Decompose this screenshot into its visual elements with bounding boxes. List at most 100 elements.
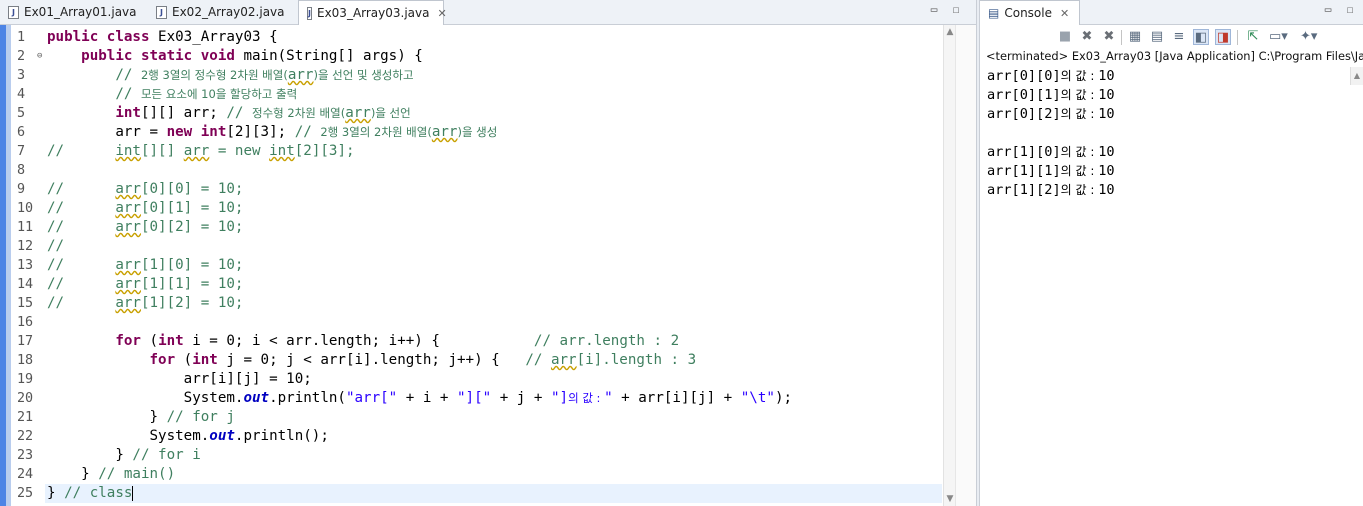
close-icon[interactable]: ✕ — [437, 7, 446, 20]
console-output[interactable]: arr[0][0]의 값 : 10 arr[0][1]의 값 : 10 arr[0]… — [987, 67, 1357, 200]
code-token: } — [47, 466, 99, 482]
display-selected-console-icon[interactable]: ▭▾ — [1269, 29, 1288, 45]
code-token: arr — [183, 143, 210, 159]
line-number: 6 — [17, 125, 26, 140]
code-token: 2행 3열의 2차원 배열( — [320, 125, 432, 139]
tab-label: Ex03_Array03.java — [316, 6, 430, 20]
code-token: } — [47, 409, 167, 425]
code-token: [0][2] = 10; — [140, 219, 244, 235]
code-line[interactable]: } // for i — [47, 446, 942, 465]
scroll-up-icon[interactable]: ▲ — [1350, 67, 1363, 85]
code-line[interactable]: for (int j = 0; j < arr[i].length; j++) … — [47, 351, 942, 370]
code-line[interactable]: System.out.println("arr[" + i + "][" + j… — [47, 389, 942, 408]
code-token: + arr[i][j] + — [612, 390, 741, 406]
code-line[interactable]: arr = new int[2][3]; // 2행 3열의 2차원 배열(ar… — [47, 123, 942, 142]
code-line[interactable] — [47, 313, 942, 332]
console-icon: ▤ — [988, 6, 1000, 20]
tab-label: Ex02_Array02.java — [172, 5, 285, 19]
code-token: for — [149, 352, 176, 368]
code-line[interactable]: // arr[0][0] = 10; — [47, 180, 942, 199]
word-wrap-icon[interactable]: ≡ — [1171, 29, 1187, 45]
open-console-icon[interactable]: ✦▾ — [1300, 29, 1317, 45]
maximize-icon[interactable]: ☐ — [1344, 4, 1356, 16]
remove-all-terminated-icon[interactable]: ✖ — [1101, 29, 1117, 45]
pin-console-icon[interactable]: ⇱ — [1245, 29, 1261, 45]
code-token: .println( — [269, 390, 346, 406]
tab-ex03-array03[interactable]: J Ex03_Array03.java ✕ — [298, 0, 447, 25]
tab-ex02-array02[interactable]: J Ex02_Array02.java — [148, 0, 298, 24]
show-on-stdout-icon[interactable]: ◧ — [1193, 29, 1209, 45]
code-line[interactable]: // 모든 요소에 10을 할당하고 출력 — [47, 85, 942, 104]
line-number: 22 — [17, 429, 34, 444]
code-line[interactable]: // — [47, 237, 942, 256]
line-number-ruler: 1 2 ⊖ 3 4 5 6 7 8 9 10 11 12 13 14 15 16 17 18 19 20 21 22 23 24… — [11, 28, 42, 503]
code-line[interactable] — [47, 161, 942, 180]
code-token: )을 생성 — [457, 125, 498, 139]
code-token: // — [47, 276, 116, 292]
minimize-icon[interactable]: ▭ — [1322, 4, 1334, 16]
code-token: // — [226, 105, 253, 121]
code-token: // arr.length : 2 — [533, 333, 680, 349]
code-token: // — [47, 67, 141, 83]
code-token: )을 선언 — [370, 106, 411, 120]
close-icon[interactable]: ✕ — [1060, 7, 1069, 20]
code-token: [0][0] = 10; — [140, 181, 244, 197]
console-output-line: arr[0][2]의 값 : 10 — [987, 106, 1115, 122]
code-token: int — [192, 352, 218, 368]
code-token: // — [47, 257, 116, 273]
code-token: arr — [115, 181, 141, 197]
minimize-icon[interactable]: ▭ — [928, 4, 940, 16]
source-code[interactable]: public class Ex03_Array03 { public stati… — [45, 28, 942, 503]
code-token: = new — [209, 143, 270, 159]
code-token: [0][1] = 10; — [140, 200, 244, 216]
code-line[interactable]: // arr[1][2] = 10; — [47, 294, 942, 313]
code-token: .println(); — [234, 428, 329, 444]
code-line[interactable]: } // main() — [47, 465, 942, 484]
code-line[interactable]: // arr[1][0] = 10; — [47, 256, 942, 275]
code-line[interactable]: // int[][] arr = new int[2][3]; — [47, 142, 942, 161]
code-line[interactable]: for (int i = 0; i < arr.length; i++) { /… — [47, 332, 942, 351]
code-line[interactable]: // 2행 3열의 정수형 2차원 배열(arr)을 선언 및 생성하고 — [47, 66, 942, 85]
code-token: out — [209, 428, 235, 444]
show-on-stderr-icon[interactable]: ◨ — [1215, 29, 1231, 45]
line-number: 9 — [17, 182, 26, 197]
remove-launch-icon[interactable]: ✖ — [1079, 29, 1095, 45]
code-line[interactable]: // arr[1][1] = 10; — [47, 275, 942, 294]
tab-console[interactable]: ▤ Console ✕ — [980, 0, 1080, 25]
code-token: // — [47, 143, 116, 159]
code-token: // — [47, 86, 141, 102]
line-number: 18 — [17, 353, 34, 368]
code-line[interactable]: } // class — [45, 484, 942, 503]
fold-toggle-icon[interactable]: ⊖ — [37, 47, 42, 66]
code-token: [1][0] = 10; — [140, 257, 244, 273]
code-token: arr — [550, 352, 577, 368]
code-line[interactable]: public class Ex03_Array03 { — [47, 28, 942, 47]
maximize-icon[interactable]: ☐ — [950, 4, 962, 16]
clear-console-icon[interactable]: ▦ — [1127, 29, 1143, 45]
code-line[interactable]: System.out.println(); — [47, 427, 942, 446]
console-output-line: arr[1][2]의 값 : 10 — [987, 182, 1115, 198]
console-output-line: arr[0][0]의 값 : 10 — [987, 68, 1115, 84]
code-line[interactable]: // arr[0][2] = 10; — [47, 218, 942, 237]
code-token: arr = — [47, 124, 167, 140]
code-token: ( — [175, 352, 193, 368]
scroll-lock-icon[interactable]: ▤ — [1149, 29, 1165, 45]
code-token: 모든 요소에 10을 할당하고 출력 — [140, 87, 298, 101]
editor-pane: J Ex01_Array01.java J Ex02_Array02.java … — [0, 0, 976, 506]
terminate-icon[interactable]: ■ — [1057, 29, 1073, 45]
line-number: 12 — [17, 239, 34, 254]
code-line[interactable]: // arr[0][1] = 10; — [47, 199, 942, 218]
code-token: int — [115, 143, 141, 159]
code-line[interactable]: public static void main(String[] args) { — [47, 47, 942, 66]
code-token: int — [115, 105, 141, 121]
line-number: 20 — [17, 391, 34, 406]
tab-ex01-array01[interactable]: J Ex01_Array01.java — [0, 0, 148, 24]
code-line[interactable]: } // for j — [47, 408, 942, 427]
code-line[interactable]: arr[i][j] = 10; — [47, 370, 942, 389]
code-editor[interactable]: 1 2 ⊖ 3 4 5 6 7 8 9 10 11 12 13 14 15 16 17 18 19 20 21 22 23 24… — [0, 25, 976, 506]
code-token: [][] arr; — [140, 105, 227, 121]
overview-ruler[interactable] — [955, 25, 976, 506]
console-output-line: arr[1][1]의 값 : 10 — [987, 163, 1115, 179]
code-line[interactable]: int[][] arr; // 정수형 2차원 배열(arr)을 선언 — [47, 104, 942, 123]
